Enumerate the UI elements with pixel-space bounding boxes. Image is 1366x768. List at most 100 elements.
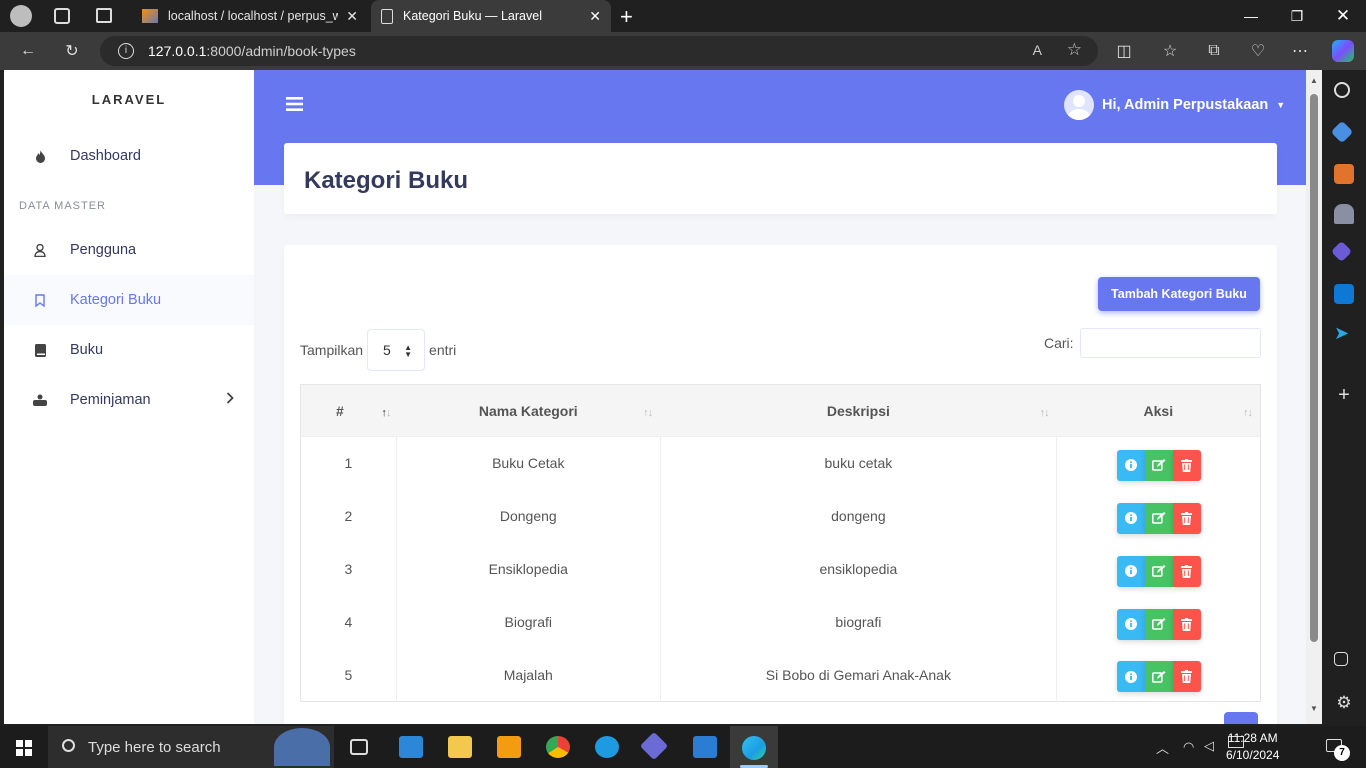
sidebar-item-dashboard[interactable]: Dashboard: [4, 131, 254, 181]
address-bar-row: ← ↻ i 127.0.0.1:8000/admin/book-types A …: [0, 32, 1366, 70]
add-category-button[interactable]: Tambah Kategori Buku: [1098, 277, 1260, 311]
sidebar-item-kategori-buku[interactable]: Kategori Buku: [4, 275, 254, 325]
favorite-star-icon[interactable]: ☆: [1067, 40, 1082, 60]
windows-start-icon[interactable]: [16, 740, 32, 756]
settings-gear-icon[interactable]: ⚙: [1334, 694, 1354, 714]
taskbar-search[interactable]: Type here to search: [48, 726, 334, 768]
column-header-deskripsi[interactable]: Deskripsi ↑↓: [660, 384, 1057, 437]
microsoft-store-icon[interactable]: [399, 736, 423, 758]
entries-select[interactable]: 5 ▲ ▼: [367, 329, 426, 371]
sidebar-item-peminjaman[interactable]: Peminjaman: [4, 375, 254, 425]
tools-icon[interactable]: [1334, 164, 1354, 184]
scrollbar-thumb[interactable]: [1310, 94, 1318, 642]
send-icon[interactable]: ➤: [1334, 324, 1354, 344]
vscode-icon[interactable]: [693, 736, 717, 758]
sidebar-item-pengguna[interactable]: Pengguna: [4, 225, 254, 275]
system-clock[interactable]: 11:28 AM 6/10/2024: [1226, 730, 1279, 764]
read-aloud-icon[interactable]: A: [1033, 42, 1042, 58]
delete-button[interactable]: [1172, 608, 1201, 640]
clock-date: 6/10/2024: [1226, 748, 1280, 762]
brand-logo[interactable]: LARAVEL: [4, 92, 254, 107]
close-tab-icon[interactable]: ✕: [346, 8, 358, 25]
detail-button[interactable]: [1116, 608, 1145, 640]
user-dropdown[interactable]: Hi, Admin Perpustakaan ▼: [1064, 90, 1285, 120]
detail-button[interactable]: [1116, 449, 1145, 481]
tab-kategori-buku[interactable]: Kategori Buku — Laravel ✕: [371, 0, 611, 32]
detail-button[interactable]: [1116, 661, 1145, 693]
tab-phpmyadmin[interactable]: localhost / localhost / perpus_we ✕: [132, 0, 368, 32]
edit-icon: [1151, 565, 1166, 577]
add-sidebar-app-icon[interactable]: +: [1334, 385, 1354, 406]
edit-button[interactable]: [1144, 661, 1173, 693]
tab-actions-icon[interactable]: [96, 8, 112, 23]
user-icon: [33, 243, 47, 257]
xampp-icon[interactable]: [497, 736, 521, 758]
cell-deskripsi: biografi: [659, 595, 1057, 649]
split-screen-icon[interactable]: ◫: [1114, 41, 1134, 61]
search-icon[interactable]: [1334, 82, 1350, 98]
column-header-nama[interactable]: Nama Kategori ↑↓: [396, 384, 661, 437]
page-scrollbar[interactable]: ▲ ▼: [1306, 70, 1322, 724]
workspaces-icon[interactable]: [54, 8, 70, 24]
new-tab-button[interactable]: +: [620, 4, 633, 30]
cell-no: 5: [344, 666, 353, 683]
close-tab-icon[interactable]: ✕: [589, 8, 601, 25]
games-icon[interactable]: [1334, 204, 1354, 224]
detail-button[interactable]: [1116, 555, 1145, 587]
cell-actions: [1056, 648, 1261, 702]
copilot-app-icon[interactable]: [1330, 240, 1353, 263]
info-icon: [1124, 618, 1137, 630]
more-menu-icon[interactable]: ⋯: [1290, 41, 1310, 61]
copilot-icon[interactable]: [1332, 40, 1354, 62]
edit-icon: [1151, 459, 1166, 472]
url-field[interactable]: i 127.0.0.1:8000/admin/book-types A ☆: [100, 36, 1098, 66]
edit-button[interactable]: [1144, 555, 1173, 587]
length-suffix: entri: [429, 342, 457, 358]
url-host: 127.0.0.1: [148, 43, 207, 59]
search-placeholder: Type here to search: [88, 738, 221, 756]
restore-button[interactable]: ❐: [1274, 0, 1320, 32]
column-header-no[interactable]: # ↑↓: [300, 384, 397, 437]
edit-button[interactable]: [1144, 502, 1173, 534]
site-info-icon[interactable]: i: [118, 43, 134, 59]
screenshot-icon[interactable]: [1334, 652, 1348, 666]
delete-button[interactable]: [1172, 502, 1201, 534]
notification-badge: 7: [1334, 745, 1350, 761]
delete-button[interactable]: [1172, 555, 1201, 587]
edit-icon: [1151, 670, 1166, 683]
performance-icon[interactable]: ♡: [1248, 41, 1268, 61]
outlook-icon[interactable]: [1334, 284, 1354, 304]
delete-button[interactable]: [1172, 661, 1201, 693]
mysql-workbench-icon[interactable]: [595, 736, 619, 758]
git-icon[interactable]: [639, 731, 669, 761]
favorites-icon[interactable]: ☆: [1160, 41, 1180, 61]
menu-toggle-icon[interactable]: [286, 96, 304, 112]
back-icon[interactable]: ←: [18, 41, 38, 61]
sidebar-item-label: Kategori Buku: [70, 292, 162, 308]
edit-icon: [1151, 618, 1166, 630]
search-input[interactable]: [1079, 328, 1261, 358]
table-search: Cari:: [1044, 328, 1261, 358]
edit-button[interactable]: [1144, 608, 1173, 640]
edge-taskbar-button[interactable]: [730, 726, 778, 768]
pagination-button[interactable]: [1224, 712, 1258, 724]
task-view-icon[interactable]: [350, 739, 368, 755]
table-row: 2 Dongeng dongeng: [301, 489, 1261, 543]
refresh-icon[interactable]: ↻: [62, 41, 82, 61]
profile-avatar[interactable]: [10, 5, 32, 27]
volume-icon[interactable]: ◁: [1204, 738, 1214, 754]
collections-icon[interactable]: ⧉: [1204, 41, 1224, 61]
wifi-icon[interactable]: ◠: [1183, 739, 1194, 755]
sidebar-item-buku[interactable]: Buku: [4, 325, 254, 375]
column-header-aksi[interactable]: Aksi ↑↓: [1056, 384, 1261, 437]
shopping-tag-icon[interactable]: [1330, 120, 1354, 144]
edit-button[interactable]: [1144, 449, 1173, 481]
section-header: Kategori Buku: [284, 143, 1277, 214]
minimize-button[interactable]: —: [1228, 0, 1274, 32]
chevron-up-icon[interactable]: ︿: [1156, 738, 1169, 757]
chrome-icon[interactable]: [546, 736, 570, 758]
delete-button[interactable]: [1172, 449, 1201, 481]
close-window-button[interactable]: ✕: [1320, 0, 1366, 32]
detail-button[interactable]: [1116, 502, 1145, 534]
file-explorer-icon[interactable]: [448, 736, 472, 758]
